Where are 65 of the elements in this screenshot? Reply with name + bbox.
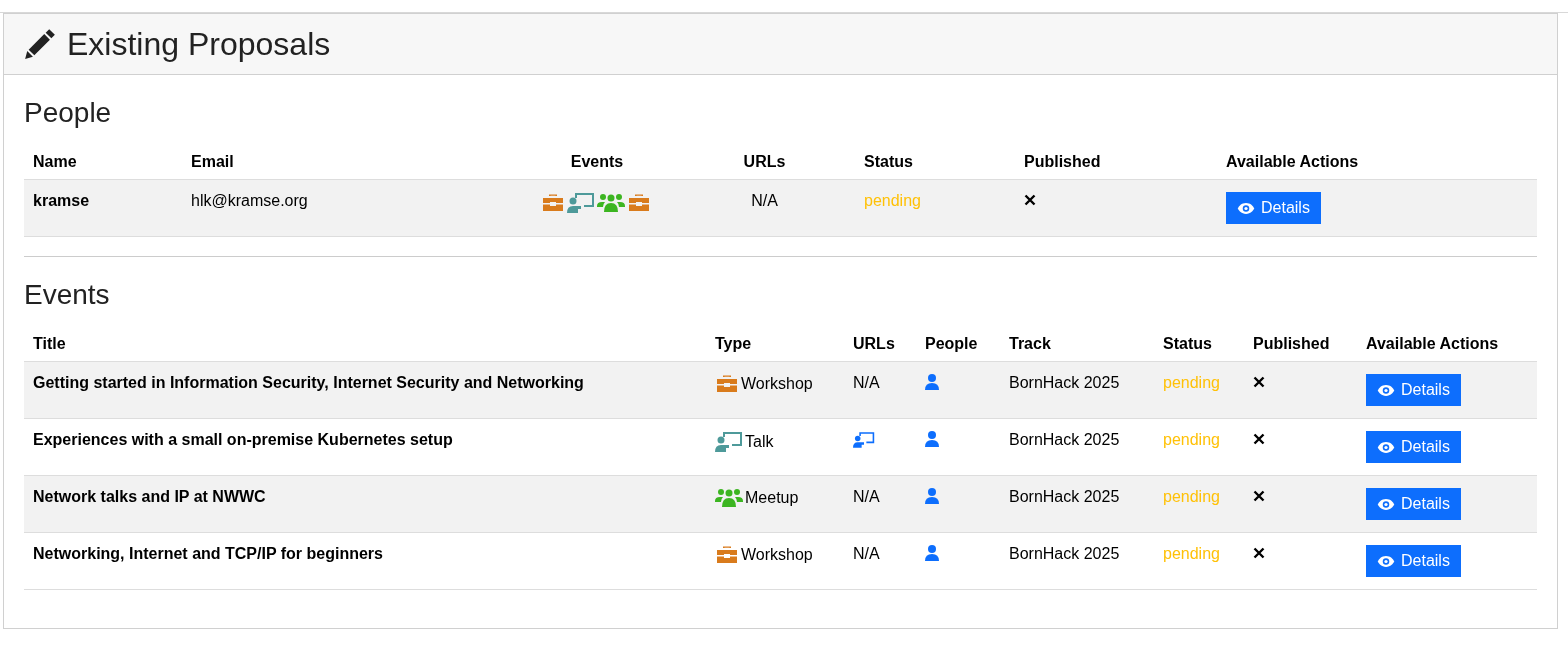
column-header: Events (570, 153, 624, 170)
eye-icon (1377, 497, 1395, 511)
column-header: Track (1009, 335, 1051, 352)
person-icon[interactable] (925, 545, 939, 561)
toolbox-icon[interactable] (541, 193, 565, 213)
eye-icon (1377, 383, 1395, 397)
column-header: Available Actions (1366, 335, 1499, 352)
toolbox-icon (715, 374, 739, 394)
table-cell: Experiences with a small on-premise Kubernetes setup (33, 431, 453, 448)
toolbox-icon (715, 545, 739, 565)
column-header: URLs (853, 335, 895, 352)
table-cell: N/A (853, 545, 880, 562)
details-button[interactable]: Details (1366, 545, 1461, 577)
table-cell: N/A (751, 192, 778, 209)
table-cell: BornHack 2025 (1009, 545, 1120, 562)
column-header: URLs (743, 153, 786, 170)
table-cell: BornHack 2025 (1009, 488, 1120, 505)
event-type-label: Talk (745, 433, 774, 450)
column-header: Type (715, 335, 752, 352)
status-text: pending (1163, 374, 1220, 391)
table-cell: BornHack 2025 (1009, 374, 1120, 391)
table-cell: N/A (853, 488, 880, 505)
eye-icon (1237, 201, 1255, 215)
column-header: Published (1253, 335, 1330, 352)
panel-title: Existing Proposals (67, 25, 331, 63)
people-group-icon (715, 488, 743, 508)
status-text: pending (864, 192, 921, 209)
table-cell: N/A (853, 374, 880, 391)
details-button[interactable]: Details (1366, 431, 1461, 463)
table-cell: Getting started in Information Security, Internet Security and Networking (33, 374, 584, 391)
status-text: pending (1163, 488, 1220, 505)
column-header: Published (1024, 153, 1101, 170)
status-text: pending (1163, 545, 1220, 562)
people-group-icon[interactable] (597, 193, 625, 213)
status-text: pending (1163, 431, 1220, 448)
event-type-label: Meetup (745, 489, 799, 506)
column-header: Title (33, 335, 66, 352)
column-header: Available Actions (1226, 153, 1359, 170)
column-header: Status (864, 153, 913, 170)
column-header: Email (191, 153, 234, 170)
section-heading: People (24, 97, 113, 129)
column-header: People (925, 335, 978, 352)
column-header: Name (33, 153, 77, 170)
table-cell: kramse (33, 192, 90, 209)
details-button[interactable]: Details (1226, 192, 1321, 224)
person-icon[interactable] (925, 488, 939, 504)
eye-icon (1377, 554, 1395, 568)
person-icon[interactable] (925, 431, 939, 447)
presenter-icon[interactable] (567, 192, 595, 214)
table-cell: hlk@kramse.org (191, 192, 308, 209)
event-type-label: Workshop (741, 375, 813, 392)
event-type-label: Workshop (741, 546, 813, 563)
presenter-icon (715, 431, 743, 453)
person-icon[interactable] (925, 374, 939, 390)
table-cell: BornHack 2025 (1009, 431, 1120, 448)
presenter-icon[interactable] (853, 431, 875, 449)
column-header: Status (1163, 335, 1212, 352)
table-cell: Networking, Internet and TCP/IP for beginners (33, 545, 383, 562)
table-cell: Network talks and IP at NWWC (33, 488, 266, 505)
toolbox-icon[interactable] (627, 193, 651, 213)
eye-icon (1377, 440, 1395, 454)
section-heading: Events (24, 279, 111, 311)
pencil-icon (23, 27, 57, 61)
details-button[interactable]: Details (1366, 374, 1461, 406)
details-button[interactable]: Details (1366, 488, 1461, 520)
